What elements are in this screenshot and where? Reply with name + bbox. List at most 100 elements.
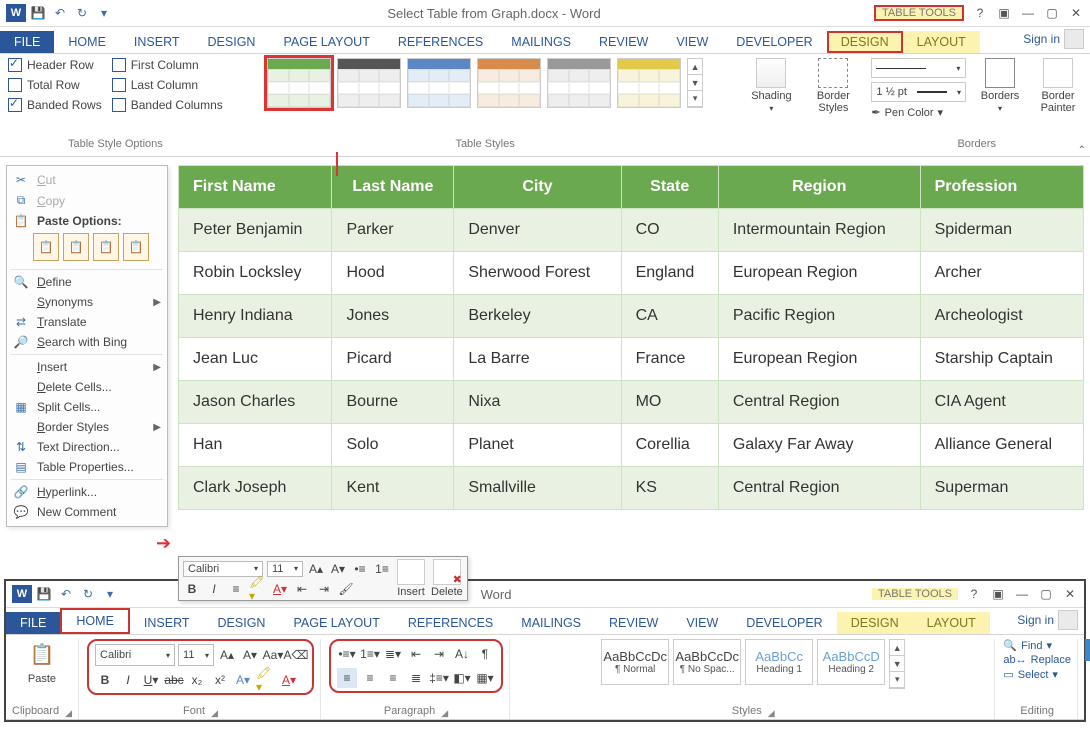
- table-cell[interactable]: Bourne: [332, 381, 454, 424]
- paste-button[interactable]: Paste: [28, 673, 56, 685]
- ctx-new-comment[interactable]: 💬New Comment: [7, 502, 167, 522]
- table-cell[interactable]: Archeologist: [920, 295, 1083, 338]
- tab-mailings[interactable]: MAILINGS: [507, 612, 595, 634]
- table-row[interactable]: HanSoloPlanetCorelliaGalaxy Far AwayAlli…: [179, 424, 1084, 467]
- tab-insert[interactable]: INSERT: [120, 31, 194, 53]
- table-cell[interactable]: Han: [179, 424, 332, 467]
- ctx-table-properties[interactable]: ▤Table Properties...: [7, 457, 167, 477]
- border-weight[interactable]: 1 ½ pt▾: [871, 82, 966, 102]
- grow-font-icon[interactable]: A▴: [307, 560, 325, 578]
- tab-design[interactable]: DESIGN: [194, 31, 270, 53]
- tab-tabletools-design[interactable]: DESIGN: [827, 31, 903, 53]
- tab-references[interactable]: REFERENCES: [394, 612, 507, 634]
- qat-customize-icon[interactable]: ▾: [94, 3, 114, 23]
- maximize-icon[interactable]: ▢: [1038, 586, 1054, 602]
- undo-icon[interactable]: ↶: [56, 584, 76, 604]
- superscript-icon[interactable]: x²: [210, 670, 230, 690]
- style--no-spac-[interactable]: AaBbCcDc¶ No Spac...: [673, 639, 741, 685]
- table-cell[interactable]: Kent: [332, 467, 454, 510]
- table-cell[interactable]: CIA Agent: [920, 381, 1083, 424]
- tab-review[interactable]: REVIEW: [595, 612, 672, 634]
- tab-page-layout[interactable]: PAGE LAYOUT: [269, 31, 383, 53]
- minimize-icon[interactable]: —: [1014, 586, 1030, 602]
- replace-button[interactable]: ab↔ Replace: [1003, 654, 1071, 666]
- table-cell[interactable]: Denver: [454, 209, 621, 252]
- border-line-style[interactable]: ▾: [871, 58, 966, 78]
- ctx-copy[interactable]: ⧉Copy: [7, 190, 167, 211]
- dialog-launcher-icon[interactable]: ◢: [211, 708, 218, 719]
- ctx-translate[interactable]: ⇄Translate: [7, 312, 167, 332]
- bullets-icon[interactable]: •≡▾: [337, 644, 357, 664]
- borders-split-button[interactable]: Borders▾: [976, 58, 1024, 113]
- ctx-synonyms[interactable]: Synonyms▶: [7, 292, 167, 312]
- ctx-text-direction[interactable]: ⇅Text Direction...: [7, 437, 167, 457]
- table-cell[interactable]: Parker: [332, 209, 454, 252]
- paste-keep-source-icon[interactable]: 📋: [33, 233, 59, 261]
- tab-review[interactable]: REVIEW: [585, 31, 662, 53]
- highlight-icon[interactable]: 🖍▾: [249, 580, 267, 598]
- style-heading-1[interactable]: AaBbCcHeading 1: [745, 639, 813, 685]
- table-style-thumb-3[interactable]: [407, 58, 471, 108]
- table-cell[interactable]: Berkeley: [454, 295, 621, 338]
- paste-text-only-icon[interactable]: 📋: [123, 233, 149, 261]
- opt-banded-rows[interactable]: Banded Rows: [8, 98, 102, 112]
- mini-font-size[interactable]: 11▾: [267, 561, 303, 577]
- borders-icon[interactable]: ▦▾: [475, 668, 495, 688]
- table-cell[interactable]: Jean Luc: [179, 338, 332, 381]
- table-cell[interactable]: Galaxy Far Away: [718, 424, 920, 467]
- table-style-thumb-4[interactable]: [477, 58, 541, 108]
- shrink-font-icon[interactable]: A▾: [329, 560, 347, 578]
- ctx-cut[interactable]: ✂Cut: [7, 170, 167, 190]
- italic-icon[interactable]: I: [205, 580, 223, 598]
- table-cell[interactable]: Alliance General: [920, 424, 1083, 467]
- table-cell[interactable]: CA: [621, 295, 718, 338]
- ctx-search-bing[interactable]: 🔎Search with Bing: [7, 332, 167, 352]
- minimize-icon[interactable]: —: [1020, 5, 1036, 21]
- font-name-combo[interactable]: Calibri▾: [95, 644, 175, 666]
- line-spacing-icon[interactable]: ‡≡▾: [429, 668, 449, 688]
- table-cell[interactable]: Jones: [332, 295, 454, 338]
- opt-header-row[interactable]: Header Row: [8, 58, 102, 72]
- tab-page-layout[interactable]: PAGE LAYOUT: [279, 612, 393, 634]
- styles-gallery-scroll[interactable]: ▲▼▾: [889, 639, 905, 689]
- table-cell[interactable]: Superman: [920, 467, 1083, 510]
- tab-design[interactable]: DESIGN: [204, 612, 280, 634]
- table-row[interactable]: Robin LocksleyHoodSherwood ForestEngland…: [179, 252, 1084, 295]
- border-styles-button[interactable]: Border Styles: [809, 58, 857, 114]
- strikethrough-icon[interactable]: abc: [164, 670, 184, 690]
- increase-indent-icon[interactable]: ⇥: [429, 644, 449, 664]
- tab-tabletools-design[interactable]: DESIGN: [837, 612, 913, 634]
- redo-icon[interactable]: ↻: [72, 3, 92, 23]
- tab-developer[interactable]: DEVELOPER: [732, 612, 836, 634]
- table-style-thumb-1[interactable]: [267, 58, 331, 108]
- increase-indent-icon[interactable]: ⇥: [315, 580, 333, 598]
- justify-icon[interactable]: ≣: [406, 668, 426, 688]
- paste-merge-icon[interactable]: 📋: [63, 233, 89, 261]
- table-cell[interactable]: La Barre: [454, 338, 621, 381]
- dialog-launcher-icon[interactable]: ◢: [441, 708, 448, 719]
- col-region[interactable]: Region: [718, 166, 920, 209]
- save-icon[interactable]: 💾: [28, 3, 48, 23]
- tab-tabletools-layout[interactable]: LAYOUT: [913, 612, 990, 634]
- collapse-ribbon-icon[interactable]: ⌃: [1078, 145, 1086, 156]
- table-style-thumb-6[interactable]: [617, 58, 681, 108]
- table-row[interactable]: Peter BenjaminParkerDenverCOIntermountai…: [179, 209, 1084, 252]
- table-cell[interactable]: Picard: [332, 338, 454, 381]
- table-cell[interactable]: Robin Locksley: [179, 252, 332, 295]
- align-left-icon[interactable]: ≡: [337, 668, 357, 688]
- table-cell[interactable]: Planet: [454, 424, 621, 467]
- zoom-level[interactable]: 127%: [1085, 639, 1090, 661]
- highlight-icon[interactable]: 🖍▾: [256, 670, 276, 690]
- tab-developer[interactable]: DEVELOPER: [722, 31, 826, 53]
- tab-file[interactable]: FILE: [6, 612, 60, 634]
- tab-view[interactable]: VIEW: [662, 31, 722, 53]
- table-cell[interactable]: Nixa: [454, 381, 621, 424]
- table-cell[interactable]: MO: [621, 381, 718, 424]
- border-painter-button[interactable]: Border Painter: [1034, 58, 1082, 114]
- table-cell[interactable]: Peter Benjamin: [179, 209, 332, 252]
- tab-view[interactable]: VIEW: [672, 612, 732, 634]
- paste-picture-icon[interactable]: 📋: [93, 233, 119, 261]
- ctx-insert[interactable]: Insert▶: [7, 357, 167, 377]
- table-row[interactable]: Jean LucPicardLa BarreFranceEuropean Reg…: [179, 338, 1084, 381]
- italic-icon[interactable]: I: [118, 670, 138, 690]
